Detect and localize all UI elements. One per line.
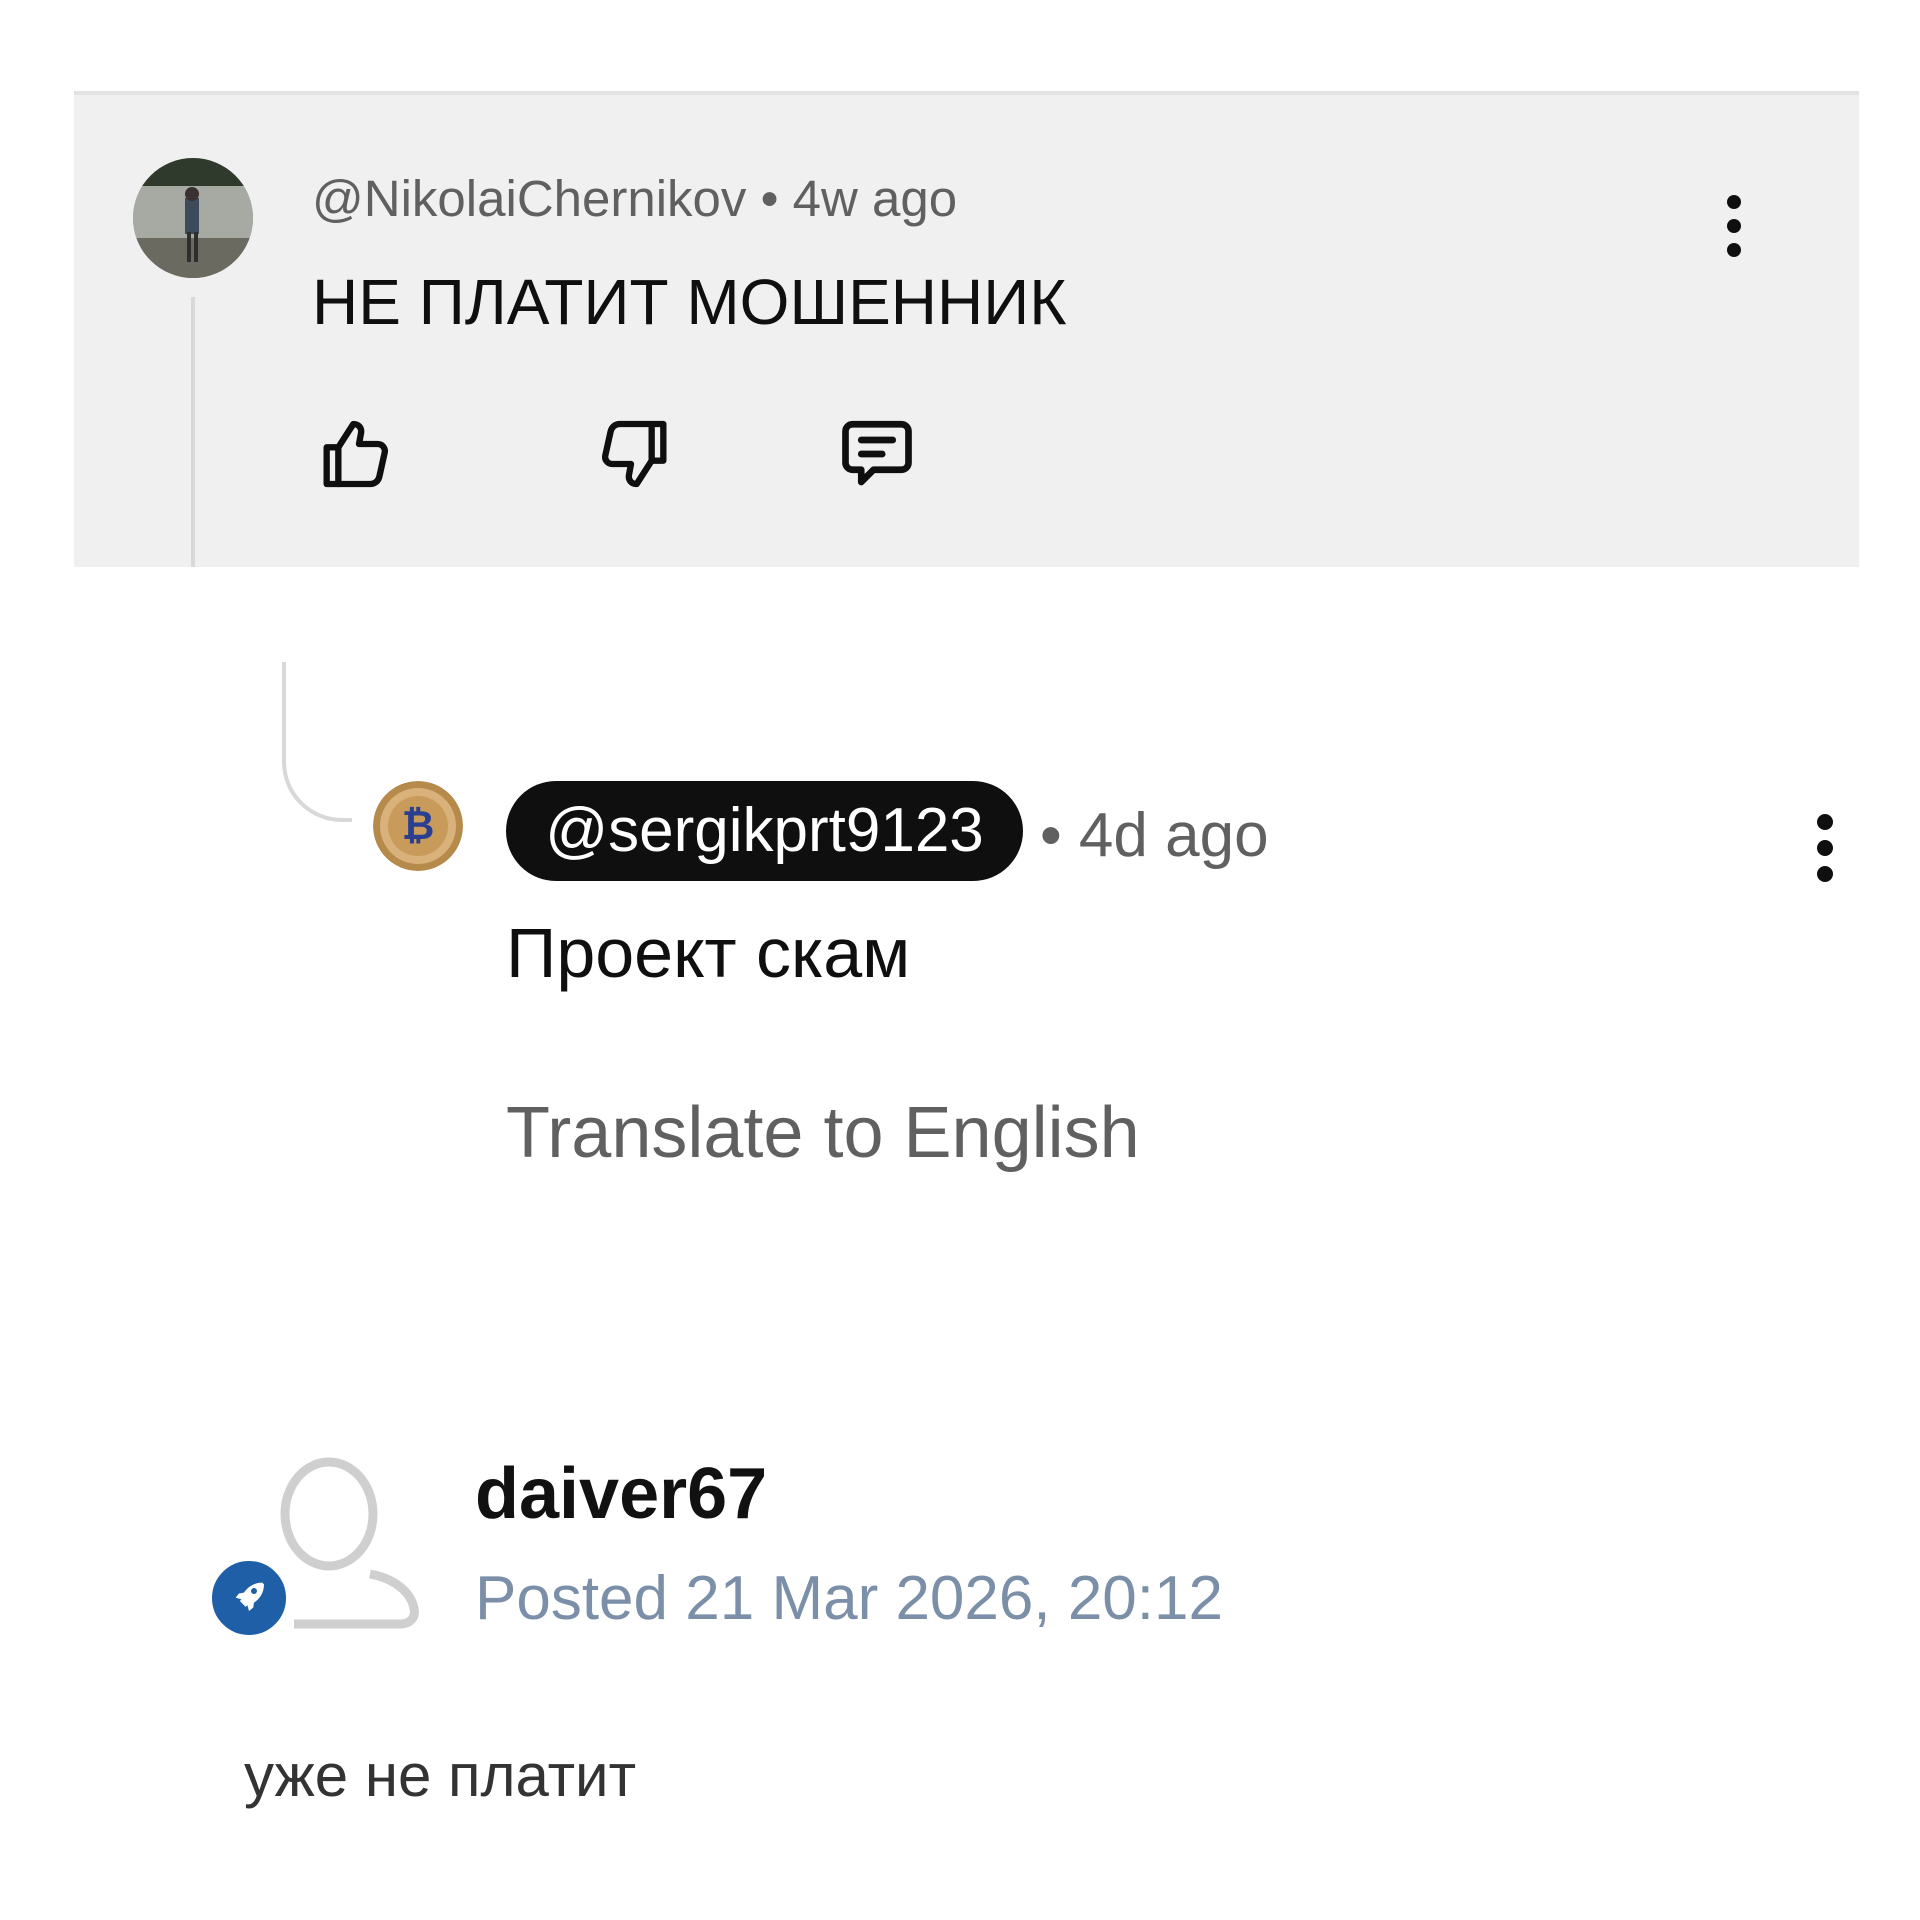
reply-comment-icon <box>835 412 919 501</box>
translate-link[interactable]: Translate to English <box>506 1090 1140 1176</box>
reply-time[interactable]: • 4d ago <box>1040 800 1269 872</box>
more-vertical-icon <box>1724 194 1744 263</box>
comment-more-button[interactable] <box>1694 183 1774 273</box>
reply-text: Проект скам <box>506 914 911 992</box>
post-body: уже не платит <box>244 1742 637 1809</box>
thread-line <box>191 297 195 567</box>
rocket-icon <box>229 1576 269 1621</box>
post-rank-badge <box>208 1557 290 1639</box>
default-user-icon <box>274 1457 424 1640</box>
commenter-avatar[interactable] <box>133 158 253 278</box>
svg-text:₿: ₿ <box>402 803 435 849</box>
thumbs-up-icon <box>315 414 395 499</box>
reply-author-pill[interactable]: @sergikprt9123 <box>506 781 1023 881</box>
bitcoin-coin-icon: ₿ <box>373 781 463 871</box>
comment-text: НЕ ПЛАТИТ МОШЕННИК <box>312 266 1067 338</box>
meta-separator: • <box>746 170 793 227</box>
reply-avatar[interactable]: ₿ <box>373 781 463 871</box>
comment-time[interactable]: 4w ago <box>793 170 957 227</box>
dislike-button[interactable] <box>590 411 680 501</box>
post-avatar[interactable] <box>274 1456 424 1636</box>
reply-button[interactable] <box>832 411 922 501</box>
comment-author[interactable]: @NikolaiChernikov <box>312 170 746 227</box>
reply-more-button[interactable] <box>1785 805 1865 895</box>
comment-meta: @NikolaiChernikov • 4w ago <box>312 169 957 229</box>
post-author[interactable]: daiver67 <box>475 1452 767 1536</box>
reply-thread-connector <box>282 662 352 822</box>
like-button[interactable] <box>310 411 400 501</box>
post-date[interactable]: Posted 21 Mar 2026, 20:12 <box>475 1562 1223 1636</box>
more-vertical-icon <box>1815 813 1835 887</box>
thumbs-down-icon <box>595 414 675 499</box>
highlighted-comment: @NikolaiChernikov • 4w ago НЕ ПЛАТИТ МОШ… <box>74 91 1859 567</box>
